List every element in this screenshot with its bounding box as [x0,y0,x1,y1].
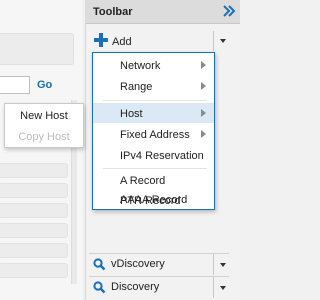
search-input[interactable] [0,76,30,94]
search-icon [93,281,106,294]
menu-item-a-record[interactable]: A Record [93,170,214,190]
chevron-down-icon [220,286,226,290]
menu-item-label: A Record [120,175,166,187]
add-menu: Network Range Host Fixed Address IPv4 Re… [92,52,215,210]
copy-host-menu-item: Copy Host [18,131,70,143]
menu-item-label: Fixed Address [120,129,190,141]
list-item[interactable] [0,243,68,258]
plus-icon [94,33,108,47]
discovery-button[interactable]: Discovery [88,277,233,298]
new-host-menu-item[interactable]: New Host [5,106,83,126]
add-button[interactable] [88,31,233,51]
discovery-label: Discovery [111,281,160,293]
menu-item-network[interactable]: Network [93,55,214,75]
left-top-box [0,33,74,65]
menu-separator [103,168,207,169]
host-submenu: New Host Copy Host [4,103,84,148]
add-label: Add [112,36,132,48]
vdiscovery-label: vDiscovery [111,258,165,270]
chevron-right-icon [201,61,206,69]
menu-separator [103,100,207,101]
menu-item-ipv4-reservation[interactable]: IPv4 Reservation [93,145,214,165]
menu-item-label: Host [120,108,143,120]
chevron-down-icon [220,39,226,43]
chevron-right-icon [201,130,206,138]
chevron-right-icon [201,82,206,90]
list-item[interactable] [0,183,68,198]
menu-item-label: IPv4 Reservation [120,150,204,162]
add-dropdown-button[interactable] [213,31,231,51]
list-item[interactable] [0,163,68,178]
list-item[interactable] [0,203,68,218]
chevron-right-icon [201,109,206,117]
menu-item-fixed-address[interactable]: Fixed Address [93,124,214,144]
vdiscovery-button[interactable]: vDiscovery [88,254,233,275]
double-chevron-right-icon[interactable] [221,2,237,20]
menu-item-range[interactable]: Range [93,76,214,96]
go-button[interactable]: Go [37,79,52,91]
vdiscovery-dropdown-button[interactable] [213,254,231,275]
chevron-down-icon [220,263,226,267]
discovery-dropdown-button[interactable] [213,277,231,298]
menu-item-label: Range [120,81,153,93]
menu-item-aaaa-record[interactable]: AAAA Record [93,190,214,209]
list-item[interactable] [0,263,68,278]
menu-item-label: AAAA Record [120,194,188,206]
menu-item-host[interactable]: Host [93,103,214,123]
list-item[interactable] [0,223,68,238]
toolbar-title: Toolbar [93,6,133,18]
menu-item-label: Network [120,60,161,72]
search-icon [93,258,106,271]
